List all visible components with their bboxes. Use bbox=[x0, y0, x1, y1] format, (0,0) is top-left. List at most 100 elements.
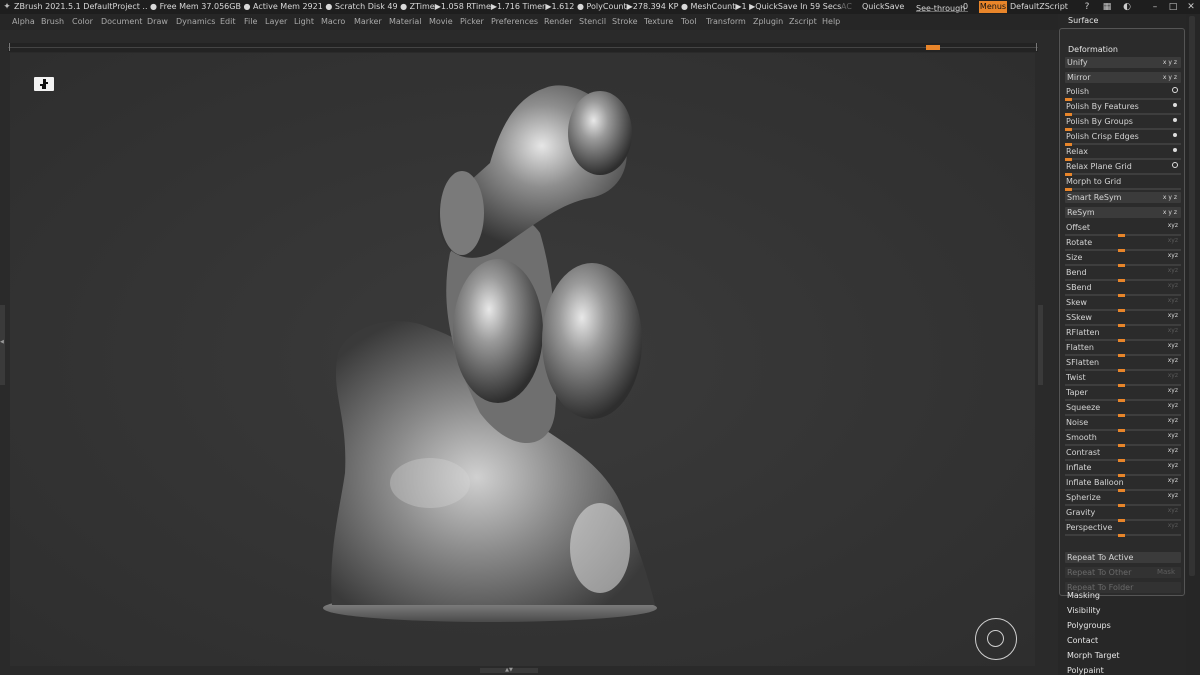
bend-axis-icons[interactable]: xyz bbox=[1168, 267, 1178, 274]
polish-toggle-icon[interactable] bbox=[1172, 87, 1178, 93]
smooth-axis-icons[interactable]: xyz bbox=[1168, 432, 1178, 439]
timeline-knob[interactable] bbox=[926, 45, 940, 50]
unify-axis-icons[interactable]: x y z bbox=[1163, 57, 1177, 68]
relax-slider[interactable]: Relax bbox=[1065, 146, 1181, 161]
masking-menu[interactable]: Masking bbox=[1067, 591, 1100, 600]
sculpt-model[interactable] bbox=[10, 53, 1035, 666]
perspective-slider[interactable]: Perspective xyz bbox=[1065, 522, 1181, 537]
smart-resym-button[interactable]: Smart ReSym x y z bbox=[1065, 192, 1181, 203]
polygroups-menu[interactable]: Polygroups bbox=[1067, 621, 1111, 630]
help-icon[interactable]: ? bbox=[1080, 0, 1094, 14]
contrast-axis-icons[interactable]: xyz bbox=[1168, 447, 1178, 454]
rflatten-slider[interactable]: RFlatten xyz bbox=[1065, 327, 1181, 342]
sflatten-slider[interactable]: SFlatten xyz bbox=[1065, 357, 1181, 372]
squeeze-slider[interactable]: Squeeze xyz bbox=[1065, 402, 1181, 417]
unify-button[interactable]: Unify x y z bbox=[1065, 57, 1181, 68]
rotate-slider[interactable]: Rotate xyz bbox=[1065, 237, 1181, 252]
bend-slider[interactable]: Bend xyz bbox=[1065, 267, 1181, 282]
relax-plane-grid-slider[interactable]: Relax Plane Grid bbox=[1065, 161, 1181, 176]
menu-zplugin[interactable]: Zplugin bbox=[753, 14, 783, 30]
rotate-axis-icons[interactable]: xyz bbox=[1168, 237, 1178, 244]
polish-crisp-edges-slider[interactable]: Polish Crisp Edges bbox=[1065, 131, 1181, 146]
spherize-slider[interactable]: Spherize xyz bbox=[1065, 492, 1181, 507]
polish-slider[interactable]: Polish bbox=[1065, 86, 1181, 101]
gravity-axis-icons[interactable]: xyz bbox=[1168, 507, 1178, 514]
spherize-axis-icons[interactable]: xyz bbox=[1168, 492, 1178, 499]
taper-slider[interactable]: Taper xyz bbox=[1065, 387, 1181, 402]
menu-marker[interactable]: Marker bbox=[354, 14, 382, 30]
noise-slider[interactable]: Noise xyz bbox=[1065, 417, 1181, 432]
mirror-button[interactable]: Mirror x y z bbox=[1065, 72, 1181, 83]
menu-texture[interactable]: Texture bbox=[644, 14, 673, 30]
resym-button[interactable]: ReSym x y z bbox=[1065, 207, 1181, 218]
inflate-balloon-axis-icons[interactable]: xyz bbox=[1168, 477, 1178, 484]
size-slider[interactable]: Size xyz bbox=[1065, 252, 1181, 267]
inflate-slider[interactable]: Inflate xyz bbox=[1065, 462, 1181, 477]
see-through-slider[interactable]: See-through 0 bbox=[916, 2, 970, 13]
minimize-icon[interactable]: – bbox=[1148, 0, 1162, 14]
flatten-slider[interactable]: Flatten xyz bbox=[1065, 342, 1181, 357]
menu-zscript[interactable]: Zscript bbox=[789, 14, 817, 30]
menu-color[interactable]: Color bbox=[72, 14, 93, 30]
ac-label[interactable]: AC bbox=[841, 0, 852, 14]
sbend-axis-icons[interactable]: xyz bbox=[1168, 282, 1178, 289]
menu-movie[interactable]: Movie bbox=[429, 14, 453, 30]
default-zscript-button[interactable]: DefaultZScript bbox=[1010, 0, 1068, 14]
flatten-axis-icons[interactable]: xyz bbox=[1168, 342, 1178, 349]
polypaint-menu[interactable]: Polypaint bbox=[1067, 666, 1104, 675]
menu-stencil[interactable]: Stencil bbox=[579, 14, 606, 30]
menu-preferences[interactable]: Preferences bbox=[491, 14, 538, 30]
navigation-gizmo[interactable] bbox=[975, 618, 1017, 660]
menu-tool[interactable]: Tool bbox=[681, 14, 697, 30]
twist-axis-icons[interactable]: xyz bbox=[1168, 372, 1178, 379]
contrast-slider[interactable]: Contrast xyz bbox=[1065, 447, 1181, 462]
menu-layer[interactable]: Layer bbox=[265, 14, 287, 30]
gravity-slider[interactable]: Gravity xyz bbox=[1065, 507, 1181, 522]
squeeze-axis-icons[interactable]: xyz bbox=[1168, 402, 1178, 409]
repeat-to-other-button[interactable]: Repeat To Other Mask bbox=[1065, 567, 1181, 578]
polish-by-groups-slider[interactable]: Polish By Groups bbox=[1065, 116, 1181, 131]
menu-edit[interactable]: Edit bbox=[220, 14, 236, 30]
surface-header[interactable]: Surface bbox=[1058, 14, 1186, 27]
menu-file[interactable]: File bbox=[244, 14, 257, 30]
morph-target-menu[interactable]: Morph Target bbox=[1067, 651, 1120, 660]
sskew-slider[interactable]: SSkew xyz bbox=[1065, 312, 1181, 327]
twist-slider[interactable]: Twist xyz bbox=[1065, 372, 1181, 387]
theme-icon[interactable]: ◐ bbox=[1120, 0, 1134, 14]
layout-icon[interactable]: ▦ bbox=[1100, 0, 1114, 14]
skew-axis-icons[interactable]: xyz bbox=[1168, 297, 1178, 304]
menu-picker[interactable]: Picker bbox=[460, 14, 484, 30]
sbend-slider[interactable]: SBend xyz bbox=[1065, 282, 1181, 297]
polish-by-groups-toggle-icon[interactable] bbox=[1173, 118, 1177, 122]
restore-icon[interactable]: □ bbox=[1166, 0, 1180, 14]
sskew-axis-icons[interactable]: xyz bbox=[1168, 312, 1178, 319]
quicksave-button[interactable]: QuickSave bbox=[862, 0, 904, 14]
smooth-slider[interactable]: Smooth xyz bbox=[1065, 432, 1181, 447]
offset-slider[interactable]: Offset xyz bbox=[1065, 222, 1181, 237]
timeline-track[interactable] bbox=[8, 43, 1038, 52]
menu-alpha[interactable]: Alpha bbox=[12, 14, 35, 30]
relax-toggle-icon[interactable] bbox=[1173, 148, 1177, 152]
size-axis-icons[interactable]: xyz bbox=[1168, 252, 1178, 259]
relax-plane-grid-toggle-icon[interactable] bbox=[1172, 162, 1178, 168]
resym-axis-icons[interactable]: x y z bbox=[1163, 207, 1177, 218]
noise-axis-icons[interactable]: xyz bbox=[1168, 417, 1178, 424]
menu-document[interactable]: Document bbox=[101, 14, 142, 30]
canvas-viewport[interactable] bbox=[10, 53, 1035, 666]
menu-transform[interactable]: Transform bbox=[706, 14, 746, 30]
visibility-menu[interactable]: Visibility bbox=[1067, 606, 1101, 615]
rflatten-axis-icons[interactable]: xyz bbox=[1168, 327, 1178, 334]
menu-dynamics[interactable]: Dynamics bbox=[176, 14, 215, 30]
mirror-axis-icons[interactable]: x y z bbox=[1163, 72, 1177, 83]
left-tray-handle[interactable]: ◀ bbox=[0, 305, 5, 385]
right-tray-handle[interactable] bbox=[1038, 305, 1043, 385]
inflate-balloon-slider[interactable]: Inflate Balloon xyz bbox=[1065, 477, 1181, 492]
menus-button[interactable]: Menus bbox=[979, 1, 1007, 13]
menu-material[interactable]: Material bbox=[389, 14, 422, 30]
smart-resym-axis-icons[interactable]: x y z bbox=[1163, 192, 1177, 203]
menu-help[interactable]: Help bbox=[822, 14, 840, 30]
polish-by-features-toggle-icon[interactable] bbox=[1173, 103, 1177, 107]
inflate-axis-icons[interactable]: xyz bbox=[1168, 462, 1178, 469]
menu-brush[interactable]: Brush bbox=[41, 14, 64, 30]
menu-stroke[interactable]: Stroke bbox=[612, 14, 638, 30]
